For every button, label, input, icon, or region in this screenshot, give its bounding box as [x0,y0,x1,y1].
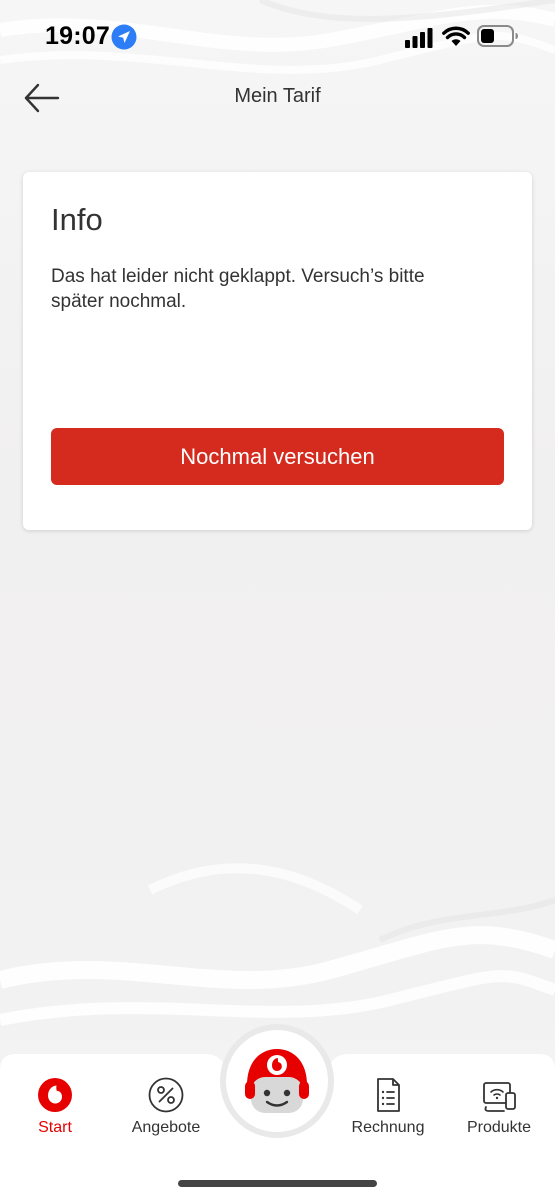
nav-label-produkte: Produkte [466,1119,532,1136]
retry-button[interactable]: Nochmal versuchen [51,428,504,485]
location-arrow-icon [111,24,137,50]
nav-label-rechnung: Rechnung [351,1119,425,1136]
nav-item-rechnung[interactable]: Rechnung [338,1075,438,1137]
status-bar: 19:07 [0,0,555,70]
nav-item-start[interactable]: Start [5,1075,105,1137]
error-message: Das hat leider nicht geklappt. Versuch’s… [51,266,425,312]
document-list-icon [377,1078,400,1112]
tobi-chatbot-icon [245,1049,309,1113]
status-time: 19:07 [45,22,110,50]
bottom-navigation: Start Angebote Rechnung Produkte [0,1030,555,1200]
nav-label-angebote: Angebote [131,1119,201,1136]
home-indicator [178,1180,377,1187]
tobi-chatbot-button[interactable] [226,1030,328,1132]
nav-label-start: Start [38,1119,72,1136]
percent-icon [148,1077,184,1113]
info-card: Info Das hat leider nicht geklappt. Vers… [23,172,532,530]
background-swirl-bottom [0,863,555,1026]
cellular-signal-icon [405,28,433,48]
card-title: Info [51,202,103,237]
nav-item-angebote[interactable]: Angebote [116,1075,216,1137]
nav-item-produkte[interactable]: Produkte [449,1075,549,1137]
wifi-icon [442,26,470,46]
devices-icon [483,1082,516,1112]
battery-icon [477,25,518,47]
vodafone-logo-icon [38,1078,72,1112]
page-title: Mein Tarif [234,85,321,107]
